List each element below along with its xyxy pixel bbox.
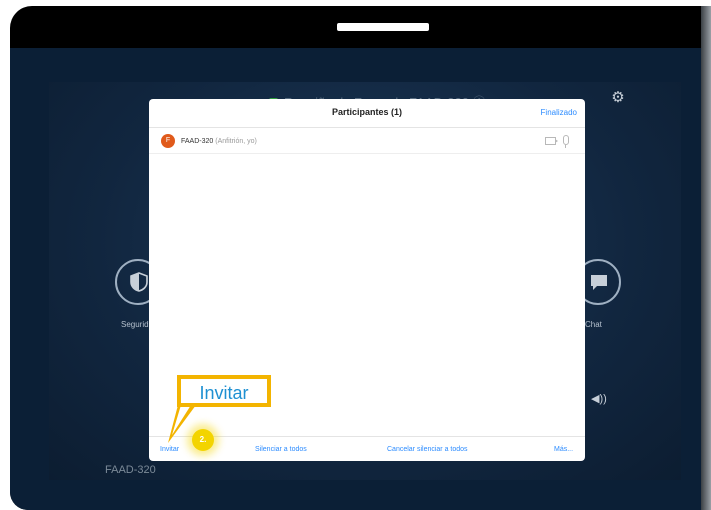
participant-name-line: FAAD-320 (Anfitrión, yo) (181, 138, 257, 145)
chat-label: Chat (585, 320, 602, 329)
participant-name: FAAD-320 (181, 138, 214, 145)
video-camera-icon (545, 137, 558, 145)
avatar: F (161, 134, 175, 148)
more-button[interactable]: Más... (554, 446, 573, 453)
chat-icon (591, 275, 607, 290)
shield-icon (130, 272, 148, 292)
participants-title: Participantes (1) (331, 107, 403, 117)
done-button[interactable]: Finalizado (541, 108, 577, 117)
callout-text: Invitar (199, 383, 249, 403)
step-marker: 2. (192, 429, 214, 451)
invite-callout: Invitar (177, 375, 271, 407)
mute-all-button[interactable]: Silenciar a todos (255, 446, 307, 453)
meeting-user-name: FAAD-320 (105, 464, 156, 476)
gear-icon[interactable]: ⚙ (610, 90, 626, 106)
speaker-icon[interactable]: ◀)) (591, 392, 607, 405)
microphone-icon (563, 135, 569, 148)
participant-row[interactable]: F FAAD-320 (Anfitrión, yo) (149, 131, 585, 154)
participants-footer: Invitar Silenciar a todos Cancelar silen… (149, 436, 585, 461)
tablet-speaker (337, 23, 429, 31)
security-label: Segurid (121, 320, 149, 329)
participants-header: Participantes (1) Finalizado (149, 99, 585, 128)
unmute-all-button[interactable]: Cancelar silenciar a todos (387, 446, 468, 453)
participant-role: (Anfitrión, yo) (215, 138, 257, 145)
invite-button[interactable]: Invitar (160, 446, 179, 453)
